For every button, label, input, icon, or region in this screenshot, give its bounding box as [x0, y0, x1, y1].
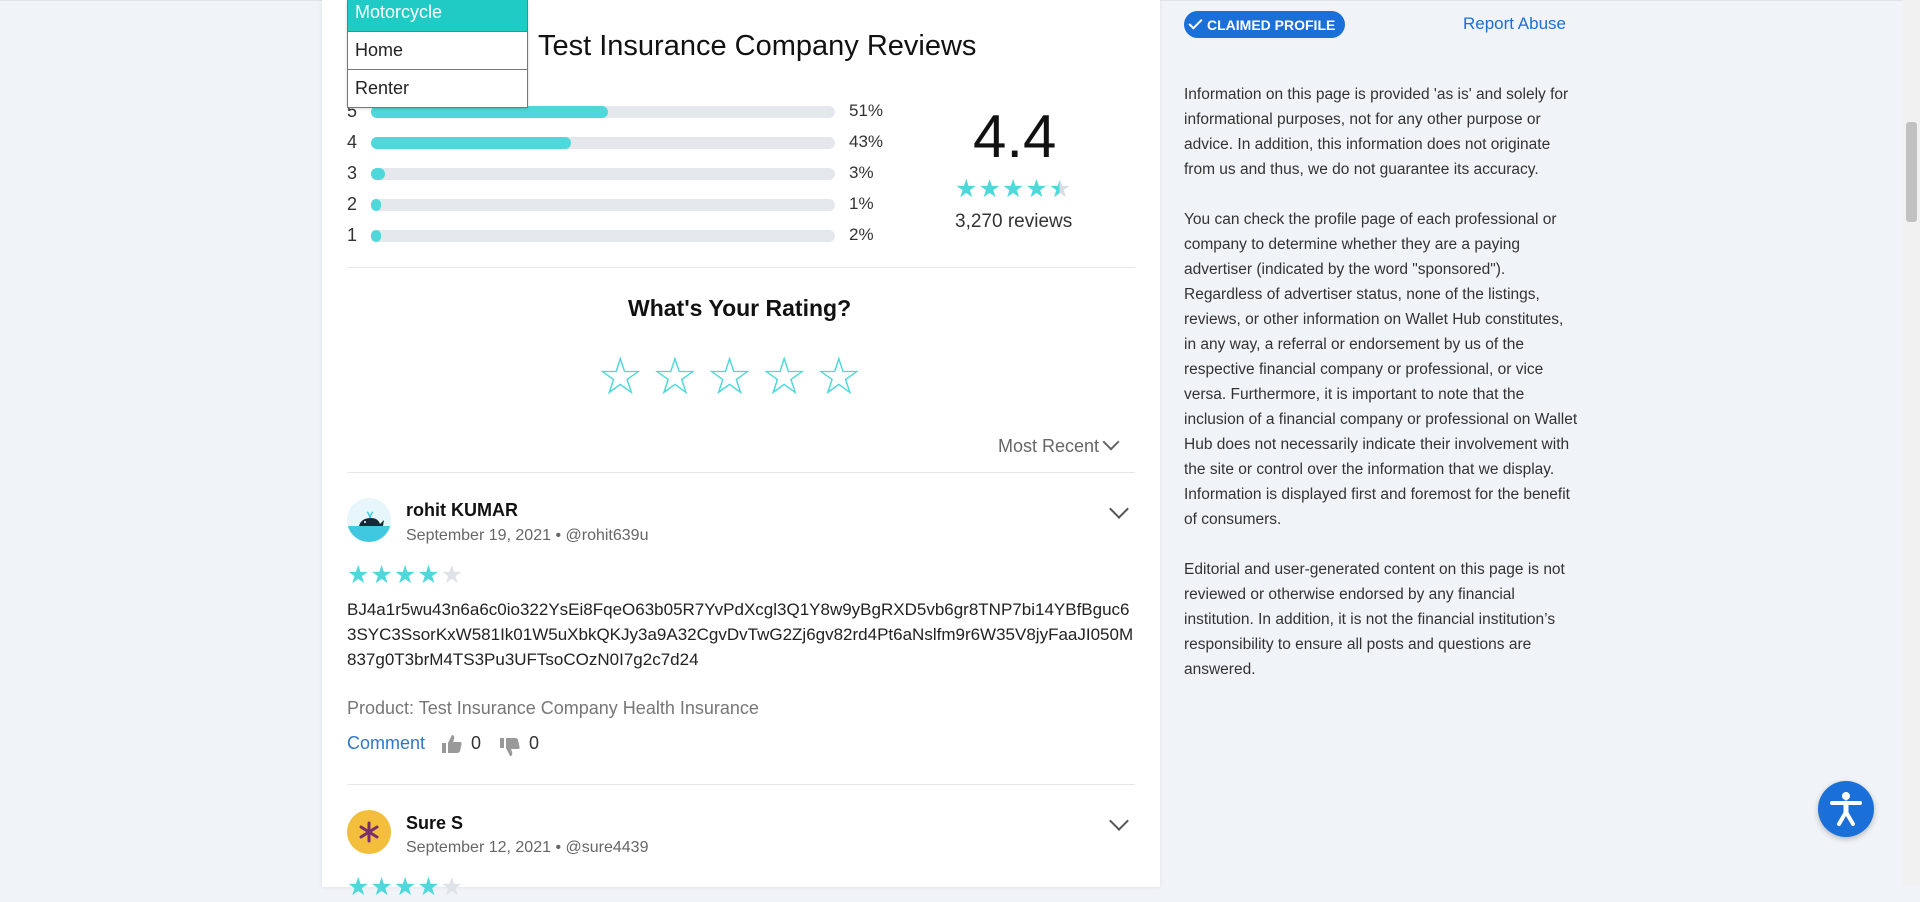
average-stars: ★★★★★ [955, 174, 1072, 204]
sort-label: Most Recent [998, 436, 1100, 456]
star-icon: ★ [440, 873, 465, 901]
rating-bar-track [371, 137, 835, 149]
rating-bar-fill [371, 137, 571, 149]
report-abuse-link[interactable]: Report Abuse [1463, 14, 1566, 34]
rating-bar-3: 3 3% [347, 163, 907, 183]
star-icon: ★ [1025, 175, 1049, 203]
rate-star-5[interactable]: ☆ [816, 347, 863, 407]
rate-star-4[interactable]: ☆ [761, 347, 808, 407]
divider [347, 267, 1135, 268]
rating-bar-fill [371, 168, 385, 180]
rating-bar-percent: 2% [849, 225, 874, 244]
rating-bar-percent: 51% [849, 101, 884, 120]
thumbs-down-icon [500, 737, 520, 756]
sort-dropdown[interactable]: Most Recent [998, 433, 1120, 457]
whale-avatar[interactable] [347, 498, 391, 542]
review-meta: September 12, 2021 • @sure4439 [406, 839, 649, 856]
reviewer-handle: @rohit639u [565, 527, 649, 544]
rating-bar-2: 2 1% [347, 194, 907, 214]
disclaimer-paragraph: Editorial and user-generated content on … [1184, 561, 1565, 678]
scrollbar-thumb[interactable] [1906, 122, 1917, 222]
star-icon: ★★★★ [347, 561, 441, 589]
review-date: September 19, 2021 [406, 527, 551, 544]
star-icon: ★ [955, 175, 979, 203]
reviewer-handle: @sure4439 [565, 839, 649, 856]
rating-bar-percent: 3% [849, 163, 874, 182]
divider [347, 472, 1135, 473]
rating-bar-fill [371, 230, 382, 242]
rating-bar-4: 4 43% [347, 132, 907, 152]
star-half-icon: ★ [1048, 175, 1073, 203]
comment-link[interactable]: Comment [347, 733, 425, 754]
your-rating-title: What's Your Rating? [628, 295, 852, 321]
claimed-profile-badge[interactable]: CLAIMED PROFILE [1184, 11, 1346, 38]
dropdown-option-renter[interactable]: Renter [348, 69, 527, 107]
rating-bar-1: 1 2% [347, 225, 907, 245]
reviewer-name[interactable]: Sure S [406, 813, 463, 834]
rating-bar-star: 1 [347, 225, 358, 245]
rating-input: ☆ ☆ ☆ ☆ ☆ [597, 347, 862, 407]
dislike-count: 0 [529, 733, 540, 753]
rating-bar-star: 4 [347, 132, 358, 152]
rating-bar-star: 2 [347, 194, 358, 214]
star-icon: ★ [440, 561, 465, 589]
review-stars: ★★★★★ [347, 872, 464, 902]
review-meta: September 19, 2021 • @rohit639u [406, 527, 649, 544]
like-button[interactable]: 0 [441, 733, 481, 754]
dropdown-option-home[interactable]: Home [348, 31, 527, 69]
rating-bar-star: 3 [347, 163, 358, 183]
rate-star-2[interactable]: ☆ [652, 347, 699, 407]
claimed-profile-label: CLAIMED PROFILE [1207, 16, 1336, 33]
review-actions: Comment 0 0 [347, 733, 557, 756]
reviewer-name[interactable]: rohit KUMAR [406, 500, 518, 521]
star-icon: ★ [1001, 175, 1026, 203]
star-icon: ★★★★ [347, 873, 441, 901]
rating-bar-track [371, 199, 835, 211]
check-icon [1188, 15, 1203, 30]
review-product: Product: Test Insurance Company Health I… [347, 698, 759, 718]
rating-bar-track [371, 168, 835, 180]
chevron-down-icon [1102, 433, 1120, 451]
dropdown-option-motorcycle[interactable]: Motorcycle [348, 0, 527, 31]
disclaimer-paragraph: You can check the profile page of each p… [1184, 211, 1578, 528]
like-count: 0 [471, 733, 482, 753]
rate-star-1[interactable]: ☆ [597, 347, 644, 407]
product-dropdown-menu: Motorcycle Home Renter [347, 0, 528, 108]
page-scrollbar[interactable] [1903, 0, 1920, 887]
accessibility-button[interactable] [1818, 781, 1874, 837]
average-rating: 4.4 [973, 103, 1057, 170]
rate-star-3[interactable]: ☆ [706, 347, 753, 407]
rating-bar-track [371, 230, 835, 242]
disclaimer: Information on this page is provided 'as… [1184, 82, 1579, 707]
review-date: September 12, 2021 [406, 839, 551, 856]
review-count: 3,270 reviews [955, 211, 1073, 232]
dislike-button[interactable]: 0 [499, 733, 540, 756]
rating-bar-fill [371, 199, 382, 211]
flower-avatar[interactable] [347, 810, 391, 854]
star-icon: ★ [978, 175, 1002, 203]
accessibility-icon [1830, 792, 1862, 826]
reviews-title: Test Insurance Company Reviews [538, 30, 977, 62]
review-text: BJ4a1r5wu43n6a6c0io322YsEi8FqeO63b05R7Yv… [347, 600, 1134, 669]
divider [347, 784, 1135, 785]
disclaimer-paragraph: Information on this page is provided 'as… [1184, 86, 1569, 178]
review-stars: ★★★★★ [347, 560, 464, 590]
rating-bar-percent: 43% [849, 132, 884, 151]
rating-bar-percent: 1% [849, 194, 874, 213]
thumbs-up-icon [442, 734, 462, 753]
